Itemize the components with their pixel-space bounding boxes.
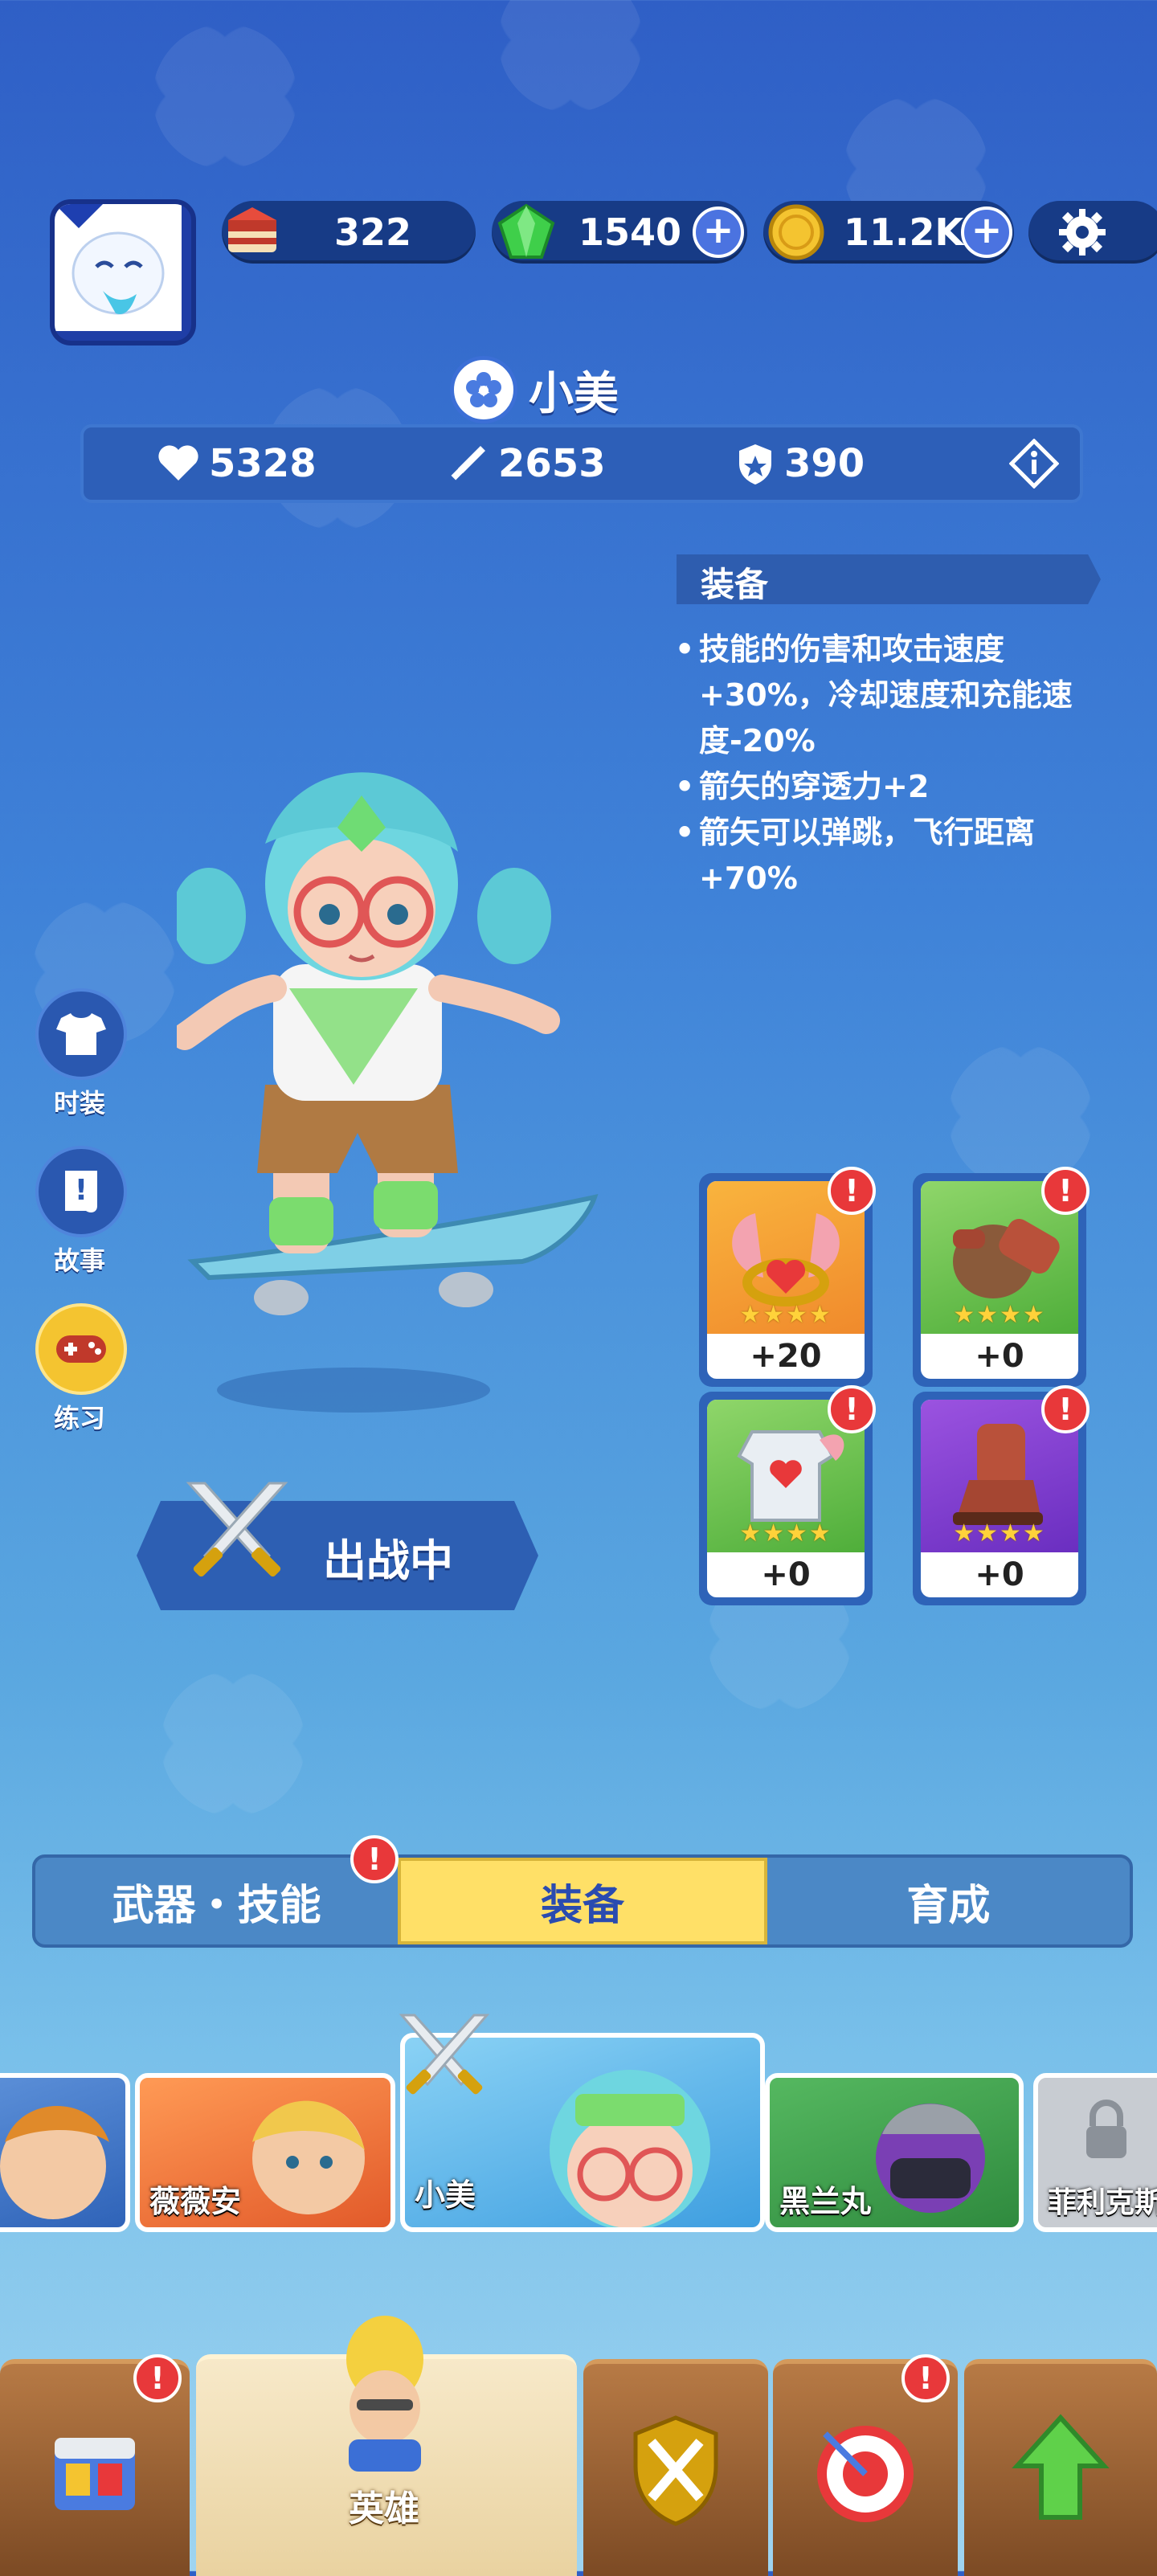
flower-element-icon xyxy=(450,356,517,423)
nav-upgrade[interactable] xyxy=(964,2359,1157,2576)
settings-button[interactable] xyxy=(1028,201,1157,264)
coin-count: 11.2K xyxy=(844,211,964,254)
target-icon xyxy=(817,2426,914,2522)
sword-icon xyxy=(451,446,485,480)
practice-button[interactable]: 练习 xyxy=(35,1303,127,1435)
hero-name: 小美 xyxy=(529,367,619,420)
nav-hero[interactable]: 英雄 xyxy=(196,2316,577,2576)
upgrade-arrow-icon xyxy=(1012,2414,1110,2520)
hero-name-row: 小美 xyxy=(450,356,619,423)
info-button[interactable] xyxy=(1008,438,1060,492)
nav-battle[interactable] xyxy=(583,2359,768,2576)
hero-character-illustration xyxy=(177,772,599,1413)
heart-icon xyxy=(158,445,198,480)
alert-badge: ! xyxy=(828,1167,876,1215)
crossed-swords-icon xyxy=(186,1482,288,1577)
shop-icon xyxy=(55,2438,135,2510)
deployed-label: 出战中 xyxy=(323,1535,453,1586)
equipment-slot[interactable]: ★★★★ +0 ! xyxy=(913,1385,1090,1605)
gem-icon xyxy=(497,203,555,259)
costume-button[interactable]: 时装 xyxy=(35,988,127,1120)
lock-icon xyxy=(1086,2100,1126,2158)
gamepad-icon xyxy=(56,1335,106,1363)
add-gems-button[interactable]: + xyxy=(693,206,744,258)
equipment-slot[interactable]: ★★★★ +0 ! xyxy=(913,1167,1090,1387)
svg-text:!: ! xyxy=(75,1174,88,1207)
hero-stats-bar: 5328 2653 390 xyxy=(80,424,1083,503)
tab-training[interactable]: 育成 xyxy=(767,1858,1130,1944)
gem-currency: 1540 + xyxy=(492,201,747,264)
background-flower xyxy=(161,1671,305,1816)
info-icon xyxy=(1008,438,1060,489)
attack-stat: 2653 xyxy=(445,441,606,486)
equipment-slot[interactable]: ★★★★ +20 ! xyxy=(699,1167,876,1387)
equipment-title: 装备 xyxy=(701,565,769,604)
tab-weapons-skills[interactable]: 武器・技能 xyxy=(35,1858,398,1944)
alert-badge: ! xyxy=(133,2354,182,2402)
equipment-description: 技能的伤害和攻击速度 +30%，冷却速度和充能速 度-20% 箭矢的穿透力+2 … xyxy=(675,627,1109,902)
scroll-icon: ! xyxy=(65,1171,97,1212)
coin-icon xyxy=(768,204,824,260)
hero-card-ranmaru[interactable]: 黑兰丸 xyxy=(765,2073,1024,2232)
add-coins-button[interactable]: + xyxy=(961,206,1012,258)
equipment-slot[interactable]: ★★★★ +0 ! xyxy=(699,1385,876,1605)
defense-stat: 390 xyxy=(734,441,865,486)
hero-card-felix-locked[interactable]: 菲利克斯 xyxy=(1033,2073,1157,2232)
alert-badge: ! xyxy=(1041,1167,1090,1215)
tab-equipment[interactable]: 装备 xyxy=(398,1858,767,1944)
hero-card-vivian[interactable]: 薇薇安 xyxy=(135,2073,395,2232)
deployed-swords-icon xyxy=(399,2014,490,2095)
cake-count: 322 xyxy=(334,211,412,254)
story-button[interactable]: ! 故事 xyxy=(35,1146,127,1278)
nav-hero-label: 英雄 xyxy=(349,2488,419,2529)
cake-icon xyxy=(228,207,276,252)
hero-tabs: 武器・技能 装备 育成 xyxy=(32,1854,1133,1948)
gear-icon xyxy=(1059,209,1106,256)
alert-badge: ! xyxy=(828,1385,876,1433)
gem-count: 1540 xyxy=(578,211,682,254)
coin-currency: 11.2K + xyxy=(763,201,1014,264)
battle-shield-icon xyxy=(633,2415,718,2526)
hero-nav-icon xyxy=(346,2316,423,2472)
alert-badge: ! xyxy=(901,2354,950,2402)
shield-icon xyxy=(739,444,771,485)
alert-badge: ! xyxy=(350,1835,399,1883)
cake-currency: 322 xyxy=(222,201,476,264)
background-flower xyxy=(498,0,643,112)
alert-badge: ! xyxy=(1041,1385,1090,1433)
hero-card[interactable] xyxy=(0,2073,130,2232)
player-avatar[interactable] xyxy=(50,199,196,346)
shirt-icon xyxy=(56,1013,106,1055)
background-flower xyxy=(153,24,297,169)
health-stat: 5328 xyxy=(156,441,317,486)
